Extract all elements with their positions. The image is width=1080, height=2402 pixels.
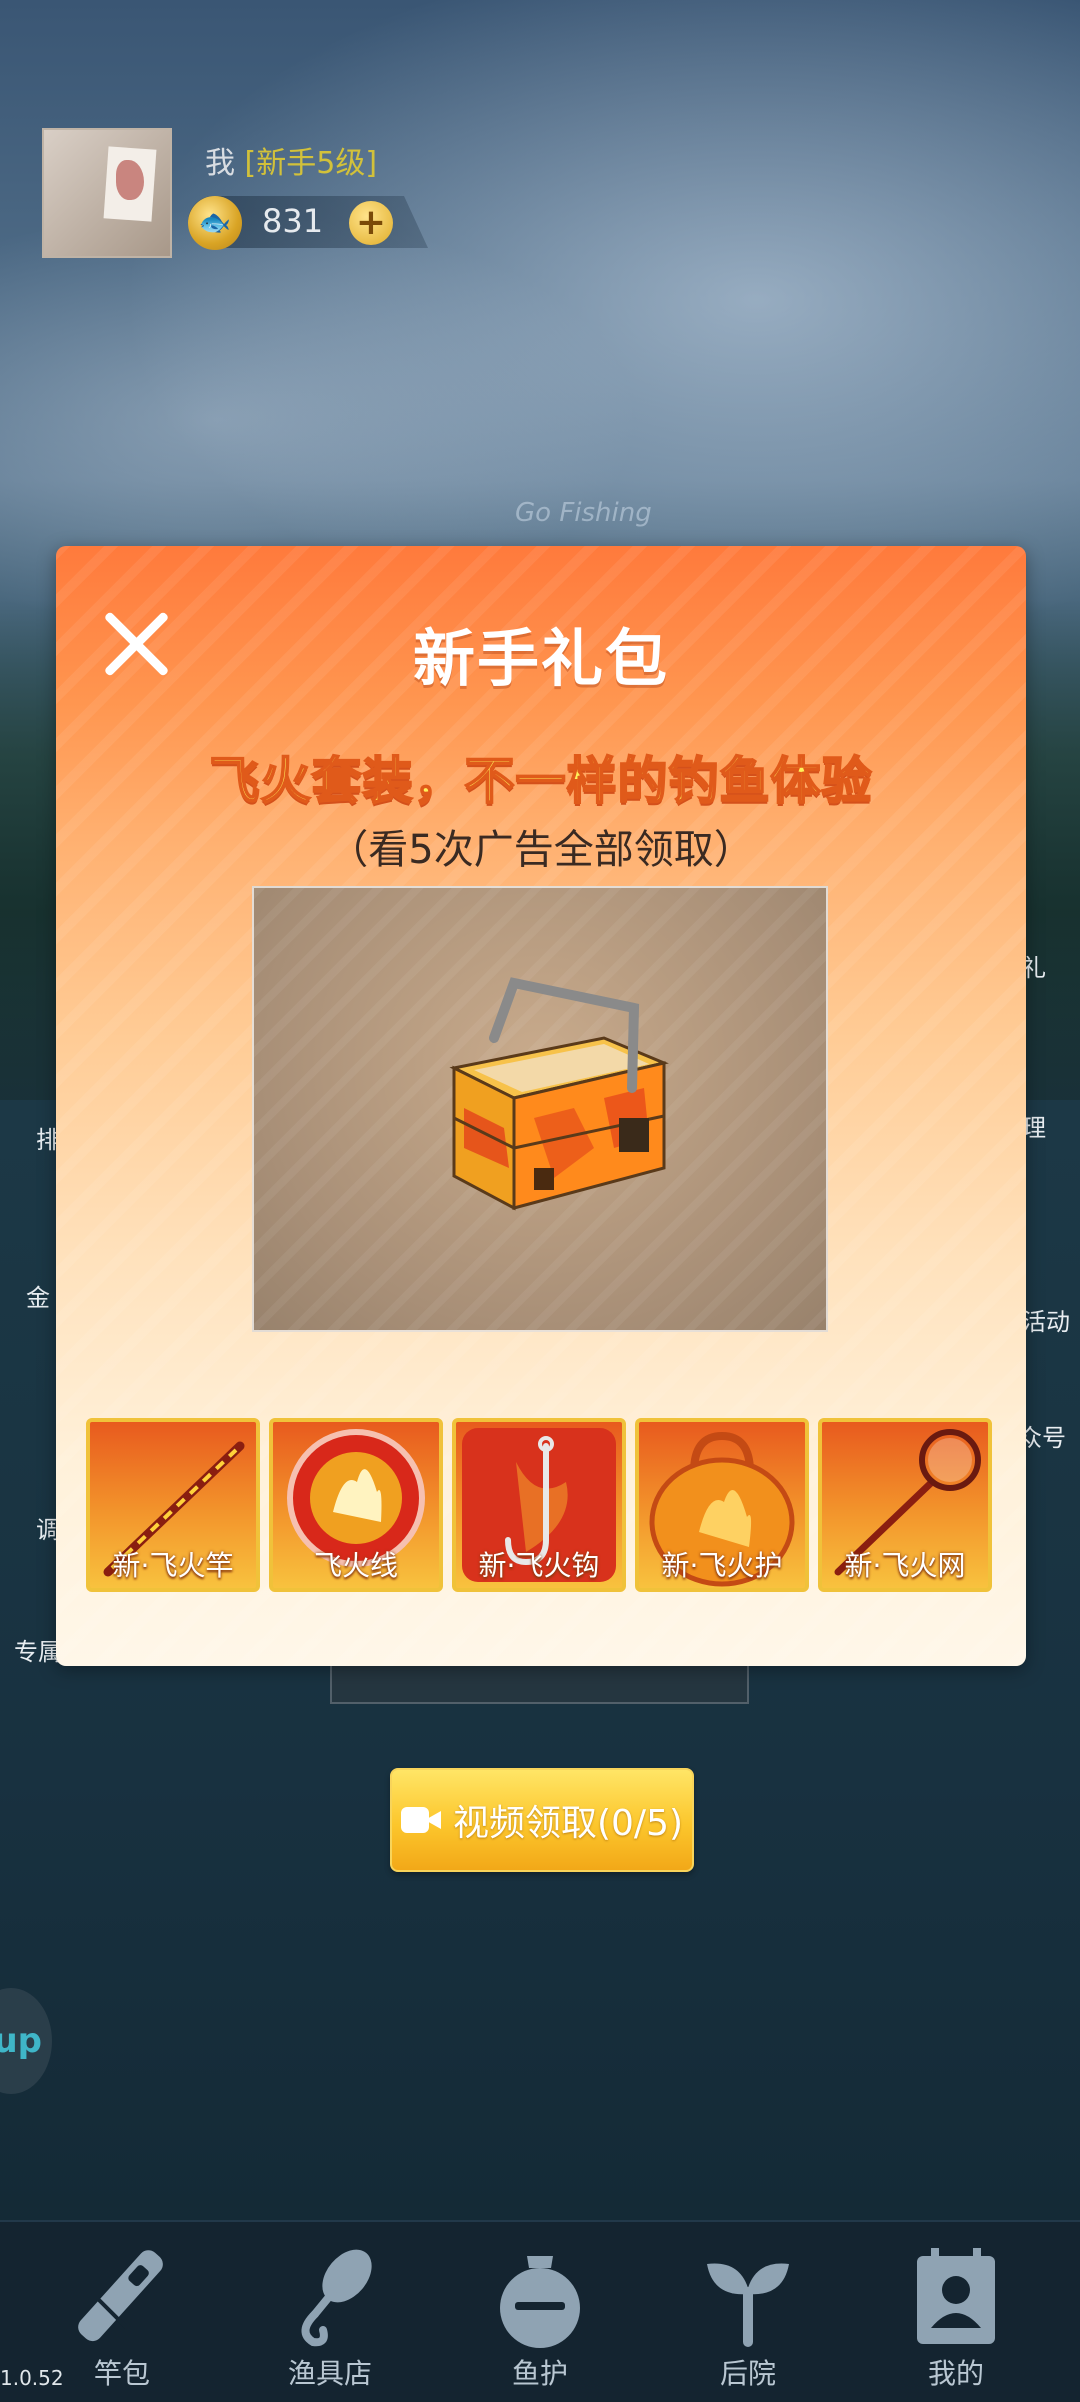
reward-item-label: 新·飞火护 [661, 1549, 783, 1582]
watch-video-claim-label: 视频领取(0/5) [452, 1803, 684, 1844]
player-name: 我 [205, 146, 235, 181]
watch-video-claim-button[interactable]: 视频领取(0/5) [390, 1768, 694, 1872]
rod-bag-icon [78, 2250, 163, 2342]
game-logo-text: Go Fishing [515, 498, 652, 528]
nav-label-tackle-shop: 渔具店 [287, 2357, 372, 2390]
avatar[interactable] [42, 128, 172, 258]
side-left-exclusive[interactable]: 专属 [14, 1632, 62, 1667]
add-coins-button[interactable]: + [349, 201, 393, 245]
player-info: 我 [新手5级] [205, 138, 377, 182]
sprout-icon [707, 2263, 789, 2347]
reward-item-label: 新·飞火网 [844, 1549, 966, 1582]
nav-item-tackle-shop[interactable]: 渔具店 [250, 2242, 410, 2402]
nav-item-me[interactable]: 我的 [876, 2242, 1036, 2402]
dialog-note: （看5次广告全部领取） [328, 827, 754, 873]
nav-label-rod-bag: 竿包 [93, 2357, 150, 2390]
nav-item-backyard[interactable]: 后院 [668, 2242, 828, 2402]
reward-items: 新·飞火竿 飞火线 新·飞火钩 新·飞火护 新·飞火网 [86, 1418, 996, 1596]
nav-label-backyard: 后院 [719, 2357, 776, 2390]
coin-count: 831 [262, 202, 324, 240]
player-level: [新手5级] [244, 146, 378, 181]
bottom-navigation: 竿包 渔具店 鱼护 后院 我的 [0, 2220, 1080, 2402]
side-right-events[interactable]: 活动 [1022, 1302, 1070, 1337]
nav-item-fish-keeper[interactable]: 鱼护 [460, 2242, 620, 2402]
reward-item-label: 新·飞火竿 [112, 1549, 234, 1582]
tackle-box-icon [449, 977, 669, 1211]
side-left-gold[interactable]: 金 [26, 1278, 50, 1313]
dialog-subtitle: 飞火套装，不一样的钓鱼体验 [209, 751, 873, 811]
avatar-mark [116, 160, 144, 200]
nav-label-fish-keeper: 鱼护 [511, 2357, 568, 2390]
fish-keeper-icon [500, 2256, 580, 2348]
reward-item-rod[interactable]: 新·飞火竿 [86, 1418, 260, 1592]
reward-item-hook[interactable]: 新·飞火钩 [452, 1418, 626, 1592]
tackle-shop-icon [301, 2249, 372, 2347]
reward-item-net[interactable]: 新·飞火网 [818, 1418, 992, 1592]
dialog-title: 新手礼包 [412, 622, 669, 695]
app-version: 1.0.52 [0, 2366, 64, 2390]
coin-icon: 🐟 [188, 196, 242, 250]
nav-label-me: 我的 [927, 2357, 984, 2390]
profile-icon [917, 2248, 995, 2344]
nav-item-rod-bag[interactable]: 竿包 [42, 2242, 202, 2402]
video-camera-icon [400, 1803, 441, 1837]
hidden-panel-edge [330, 1660, 749, 1704]
reward-item-keeper[interactable]: 新·飞火护 [635, 1418, 809, 1592]
reward-preview [252, 886, 828, 1332]
reward-item-label: 飞火线 [313, 1549, 398, 1582]
reward-item-line[interactable]: 飞火线 [269, 1418, 443, 1592]
reward-item-label: 新·飞火钩 [478, 1549, 600, 1582]
newbie-gift-dialog: 新手礼包 飞火套装，不一样的钓鱼体验 （看5次广告全部领取） 新·飞火竿 飞火线… [56, 546, 1026, 1666]
